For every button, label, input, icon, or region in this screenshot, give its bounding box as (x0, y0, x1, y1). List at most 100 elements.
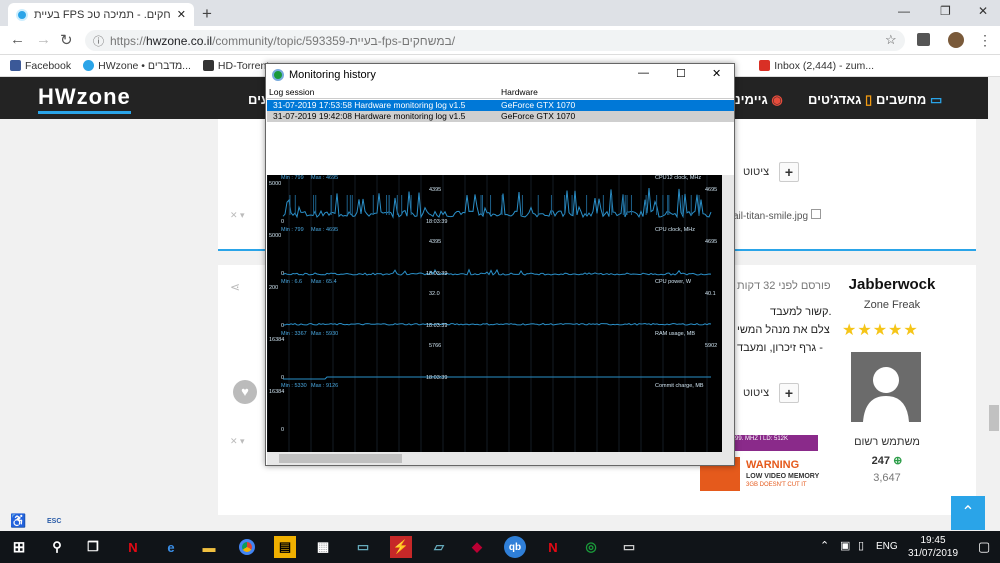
user-silhouette-icon (863, 367, 909, 422)
log-hardware: GeForce GTX 1070 (501, 111, 576, 121)
collapse-icon-2[interactable]: ✕ ▾ (230, 436, 245, 447)
col-log-session[interactable]: Log session (269, 87, 314, 97)
graph-scrollbar[interactable] (722, 175, 734, 452)
dialog-maximize-icon[interactable]: ☐ (676, 67, 686, 80)
close-window-icon[interactable]: ✕ (978, 4, 988, 18)
quote-link-2[interactable]: ציטוט (743, 387, 769, 399)
netflix-icon[interactable]: N (122, 536, 144, 558)
series-line (283, 376, 711, 380)
monitoring-graph[interactable]: 5000Min : 799Max : 469518:03:39CPU12 clo… (267, 175, 722, 452)
min-label: Min : 5330 (281, 383, 307, 389)
tray-chevron-icon[interactable]: ⌃ (820, 539, 829, 552)
author-avatar[interactable] (851, 352, 921, 422)
post-line-2: צלם את מנהל המשי (737, 324, 830, 336)
game-icon[interactable]: ◆ (466, 536, 488, 558)
esc-label: ESC (47, 518, 62, 525)
monitoring-history-dialog: Monitoring history — ☐ ✕ Log session Har… (265, 63, 735, 466)
video-editor-icon[interactable]: ▦ (312, 536, 334, 558)
series-line (282, 268, 712, 276)
ad-warning: WARNING (746, 459, 800, 471)
right-value: 4695 (705, 239, 717, 245)
browser-tab[interactable]: בעיית FPS במשחקים. - תמיכה טכ ✕ (8, 3, 194, 26)
laptop-app-icon[interactable]: ▱ (428, 536, 450, 558)
rank-stars: ★★★★★ (842, 322, 919, 339)
app-icon[interactable]: ▤ (274, 536, 296, 558)
plus-button-2[interactable]: + (779, 383, 799, 403)
monitor-app-icon[interactable]: ▭ (352, 536, 374, 558)
task-view-icon[interactable]: ❐ (82, 536, 104, 558)
author-name[interactable]: Jabberwock (832, 276, 952, 293)
afterburner-icon (272, 69, 284, 81)
graph-scrollbar-thumb[interactable] (279, 454, 402, 463)
extension-icon[interactable] (917, 33, 930, 46)
laptop-icon: ▭ (929, 92, 943, 107)
new-tab-button[interactable]: + (202, 4, 212, 24)
afterburner-task-icon[interactable]: ◎ (580, 536, 602, 558)
author-rank: Zone Freak (863, 299, 921, 311)
bookmark-hd-torrent[interactable]: HD-Torrent (202, 60, 269, 72)
log-session: 31-07-2019 17:53:58 Hardware monitoring … (273, 100, 466, 110)
back-icon[interactable]: ← (10, 31, 25, 48)
scroll-top-button[interactable]: ⌃ (951, 496, 985, 530)
close-tab-icon[interactable]: ✕ (177, 8, 186, 21)
search-icon[interactable]: ⚲ (46, 536, 68, 558)
address-bar[interactable]: ⓘ https://hwzone.co.il/community/topic/5… (85, 30, 905, 51)
log-row[interactable]: 31-07-2019 17:53:58 Hardware monitoring … (267, 100, 734, 111)
file-explorer-icon[interactable]: ▬ (198, 536, 220, 558)
plus-button[interactable]: + (779, 162, 799, 182)
current-value: 4395 (429, 187, 441, 193)
accessibility-icon[interactable]: ♿ (10, 513, 26, 529)
nav-gaming[interactable]: גיימינ ◉ (735, 92, 783, 108)
ymin-label: 0 (281, 323, 284, 329)
netflix-icon-2[interactable]: N (542, 536, 564, 558)
nav-gadgets[interactable]: גאדג'טים ▯ (808, 92, 872, 108)
minimize-icon[interactable]: — (898, 4, 910, 18)
dialog-minimize-icon[interactable]: — (638, 67, 649, 79)
forward-icon[interactable]: → (36, 31, 51, 48)
hwzone-logo[interactable]: HWzone (38, 84, 131, 114)
author-status: משתמש רשום (854, 436, 920, 448)
bookmark-inbox[interactable]: Inbox (2,444) - zum... (759, 60, 874, 72)
col-hardware[interactable]: Hardware (501, 87, 538, 97)
post-time: פורסם לפני 32 דקות (737, 280, 831, 292)
dialog-close-icon[interactable]: ✕ (712, 67, 721, 80)
bookmark-hwzone[interactable]: HWzone • מדברים... (83, 60, 191, 72)
dialog-titlebar[interactable]: Monitoring history (266, 64, 734, 86)
window-app-icon[interactable]: ▭ (618, 536, 640, 558)
network-icon[interactable]: ▯ (858, 539, 864, 552)
gmail-icon (759, 60, 771, 71)
chrome-icon[interactable] (236, 536, 258, 558)
language-indicator[interactable]: ENG (876, 541, 898, 552)
profile-avatar[interactable] (948, 32, 964, 48)
tray-app-icon[interactable]: ▣ (840, 539, 850, 552)
page-scrollbar[interactable] (988, 77, 1000, 531)
plus-circle-icon: ⊕ (893, 455, 903, 467)
image-link[interactable]: ail-titan-smile.jpg (733, 209, 821, 222)
quote-link[interactable]: ציטוט (743, 166, 769, 178)
edge-icon[interactable]: e (160, 536, 182, 558)
bookmark-star-icon[interactable]: ☆ (885, 32, 897, 48)
ymax-label: 16384 (269, 337, 284, 343)
qbittorrent-icon[interactable]: qb (504, 536, 526, 558)
series-line (282, 322, 712, 326)
restore-icon[interactable]: ❐ (940, 4, 951, 18)
share-icon[interactable]: ⋖ (230, 280, 240, 294)
reload-icon[interactable]: ↻ (60, 31, 73, 49)
notifications-icon[interactable]: ▢ (978, 539, 990, 555)
post-line-3: גרף זיכרון, ומעבד - (737, 342, 823, 354)
nav-computers[interactable]: מחשבים ▭ (876, 92, 942, 108)
flash-app-icon[interactable]: ⚡ (390, 536, 412, 558)
collapse-icon[interactable]: ✕ ▾ (230, 210, 245, 221)
log-session: 31-07-2019 19:42:08 Hardware monitoring … (273, 111, 466, 121)
url-domain: hwzone.co.il (146, 33, 213, 48)
page-scrollbar-thumb[interactable] (989, 405, 999, 431)
info-icon[interactable]: ⓘ (93, 33, 104, 49)
like-heart-icon[interactable]: ♥ (233, 380, 257, 404)
ymax-label: 200 (269, 285, 278, 291)
windows-start-icon[interactable]: ⊞ (8, 536, 30, 558)
log-row[interactable]: 31-07-2019 19:42:08 Hardware monitoring … (267, 111, 734, 122)
clock[interactable]: 19:45 31/07/2019 (898, 534, 968, 560)
menu-icon[interactable]: ⋮ (978, 32, 992, 49)
author-reputation: 247 ⊕ (871, 455, 903, 467)
bookmark-facebook[interactable]: Facebook (10, 60, 71, 72)
